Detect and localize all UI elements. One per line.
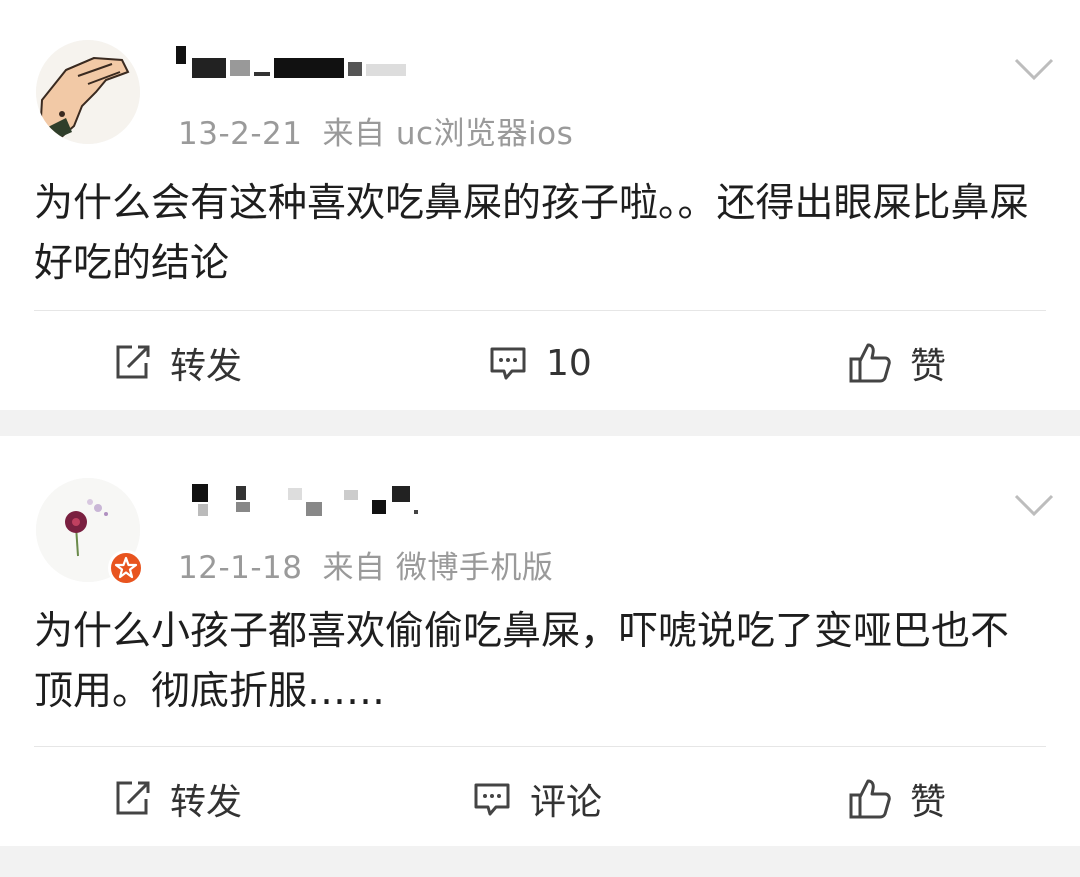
post-meta: 13-2-21 来自 uc浏览器ios (178, 108, 573, 153)
verified-badge-icon (108, 550, 144, 586)
thumbs-up-icon (849, 343, 891, 383)
repost-icon (116, 781, 150, 815)
post-card: 13-2-21 来自 uc浏览器ios 为什么会有这种喜欢吃鼻屎的孩子啦。。还得出… (0, 0, 1080, 410)
like-label: 赞 (910, 782, 947, 823)
post-date: 12-1-18 (178, 550, 303, 586)
comment-button[interactable]: 10 (488, 320, 592, 406)
chevron-down-icon[interactable] (1012, 490, 1056, 520)
thumbs-up-icon (849, 779, 891, 819)
comment-count: 10 (546, 342, 592, 384)
post-meta: 12-1-18 来自 微博手机版 (178, 542, 553, 587)
divider (34, 310, 1046, 311)
action-bar: 转发 10 赞 (0, 320, 1080, 406)
repost-label: 转发 (170, 346, 243, 387)
avatar[interactable] (36, 40, 140, 144)
repost-icon (116, 345, 150, 379)
post-text: 为什么小孩子都喜欢偷偷吃鼻屎，吓唬说吃了变哑巴也不顶用。彻底折服…… (34, 609, 1010, 714)
comment-icon (474, 783, 510, 816)
post-source: 来自 微博手机版 (322, 550, 554, 586)
username-redacted[interactable] (176, 480, 436, 520)
comment-label: 评论 (530, 782, 603, 823)
like-label: 赞 (910, 346, 947, 387)
post-text: 为什么会有这种喜欢吃鼻屎的孩子啦。。还得出眼屎比鼻屎好吃的结论 (34, 181, 1029, 286)
comment-icon (490, 347, 526, 380)
username-redacted[interactable] (176, 44, 436, 84)
post-card: 12-1-18 来自 微博手机版 为什么小孩子都喜欢偷偷吃鼻屎，吓唬说吃了变哑巴也… (0, 436, 1080, 846)
repost-button[interactable]: 转发 (112, 756, 242, 842)
post-date: 13-2-21 (178, 116, 303, 152)
divider (34, 746, 1046, 747)
repost-button[interactable]: 转发 (112, 320, 242, 406)
comment-button[interactable]: 评论 (472, 756, 602, 842)
repost-label: 转发 (170, 782, 243, 823)
like-button[interactable]: 赞 (848, 756, 946, 842)
chevron-down-icon[interactable] (1012, 54, 1056, 84)
like-button[interactable]: 赞 (848, 320, 946, 406)
post-source: 来自 uc浏览器ios (322, 116, 574, 152)
avatar-image (36, 40, 140, 144)
action-bar: 转发 评论 赞 (0, 756, 1080, 842)
